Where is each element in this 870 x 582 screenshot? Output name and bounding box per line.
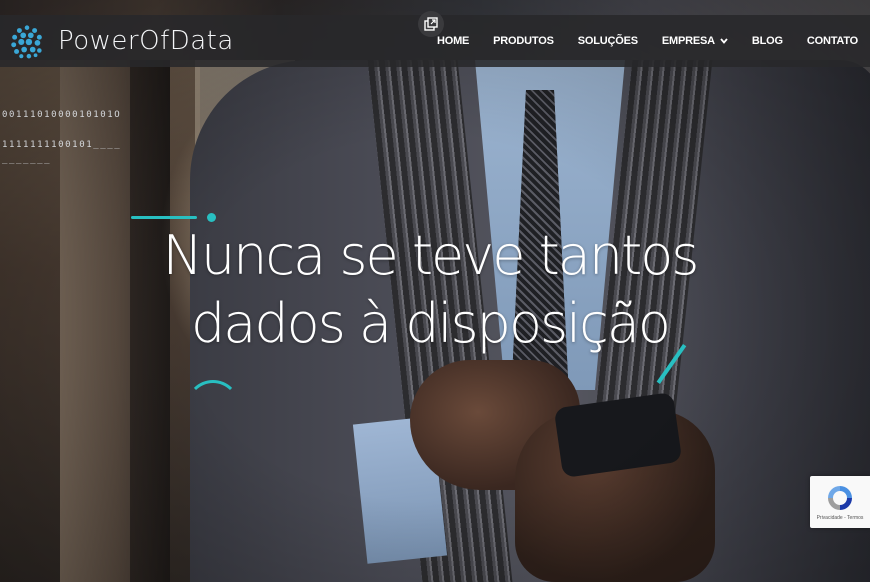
accent-line [131,216,197,219]
brand-name: PowerOfData [58,26,234,56]
binary-text-line: 0011101000010101O [2,110,122,120]
nav-item-blog[interactable]: BLOG [752,35,783,47]
accent-dot [207,213,216,222]
binary-text-line: _______ [2,155,52,165]
nav-item-produtos[interactable]: PRODUTOS [493,35,554,47]
recaptcha-text: Privacidade - Termos [816,515,864,521]
brand-logo-link[interactable]: PowerOfData [8,22,234,60]
popout-button[interactable] [418,11,444,37]
nav-item-home[interactable]: HOME [437,35,469,47]
popout-icon [424,17,438,31]
nav-item-label: EMPRESA [661,35,715,47]
recaptcha-icon [828,486,852,510]
nav-item-contato[interactable]: CONTATO [807,35,858,47]
hero-headline-line: dados à disposição [191,292,671,355]
hero-headline: Nunca se teve tantos dados à disposição [130,222,730,358]
nav-item-empresa[interactable]: EMPRESA [662,35,728,47]
binary-text-line: 1111111100101____ [2,140,122,150]
hero-headline-line: Nunca se teve tantos [162,224,700,287]
chevron-down-icon [720,38,728,44]
recaptcha-badge[interactable]: Privacidade - Termos [810,476,870,528]
accent-arc [186,380,240,434]
main-nav: HOME PRODUTOS SOLUÇÕES EMPRESA BLOG CONT… [437,15,858,67]
logo-globe-icon [11,25,42,59]
nav-item-solucoes[interactable]: SOLUÇÕES [578,35,638,47]
